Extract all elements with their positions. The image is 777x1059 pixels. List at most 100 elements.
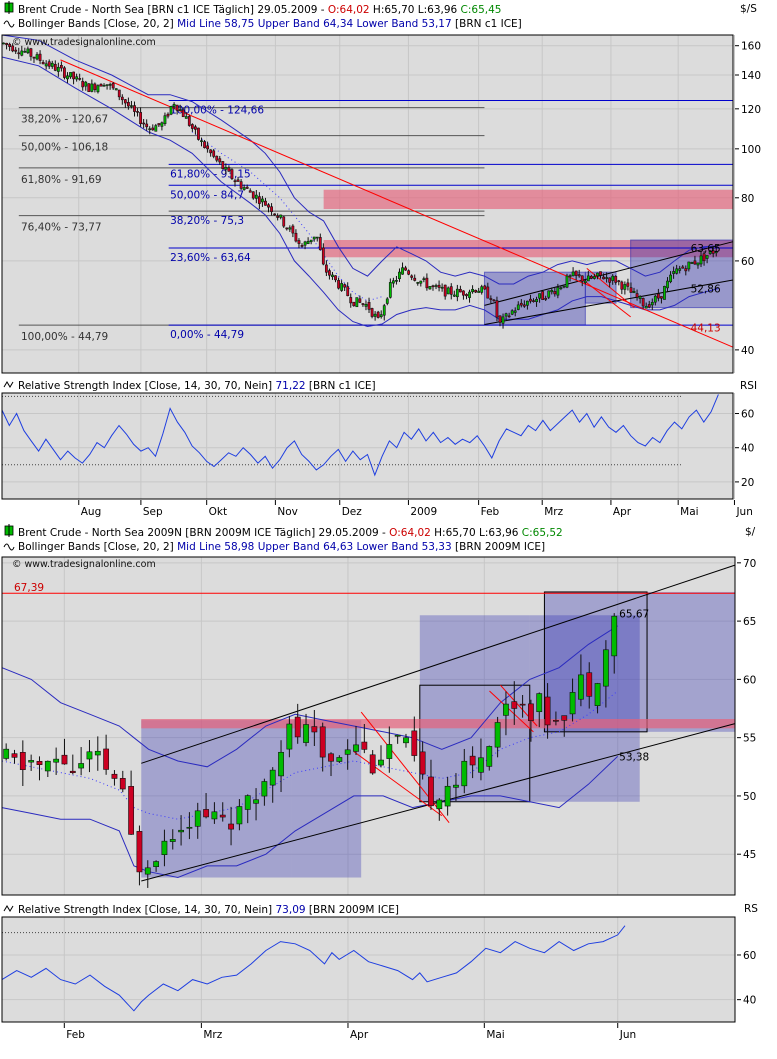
- top-candle-body: [44, 63, 48, 67]
- bottom-price-panel[interactable]: 45 50 55 60 65 70 67,39 65,67 53,38 Brent Crude …: [1, 524, 756, 895]
- top-rsi-panel[interactable]: 20 40 60 Relative Strength Index [Close, 1…: [1, 380, 757, 499]
- chart-canvas: 40 60 80 100 120 140 160 38,20% - 120,67 50,00% …: [1, 1, 761, 1041]
- top-candle-body: [169, 106, 173, 115]
- top-candle-body: [498, 315, 502, 323]
- top-candle-body: [544, 297, 548, 300]
- top-fib-left-label: 61,80% - 91,69: [21, 174, 102, 186]
- top-candle-body: [130, 105, 133, 107]
- bottom-candle-body: [519, 703, 526, 706]
- bottom-candle-body: [211, 811, 218, 820]
- top-candle-body: [53, 63, 57, 71]
- top-candle-body: [705, 255, 709, 259]
- top-candle-body: [568, 275, 572, 278]
- top-candle-body: [550, 290, 554, 293]
- bottom-lower-band-label: 53,38: [619, 752, 649, 764]
- top-candle-body: [209, 149, 213, 154]
- top-candle-body: [291, 225, 295, 234]
- top-rsi-legend: Relative Strength Index [Close, 14, 30, …: [18, 380, 376, 392]
- top-candle-body: [187, 116, 191, 126]
- top-candle-body: [127, 101, 130, 107]
- top-candle-body: [626, 282, 630, 287]
- top-candle-body: [602, 276, 605, 280]
- top-fib-right-label: 61,80% - 93,15: [170, 168, 251, 180]
- top-x-tick-label: 2009: [410, 506, 437, 518]
- bottom-price-y-tick-label: 60: [743, 674, 756, 686]
- top-candle-body: [596, 272, 599, 277]
- top-candle-body: [428, 286, 432, 290]
- top-candle-body: [519, 302, 523, 306]
- top-candle-body: [35, 54, 39, 60]
- top-candle-body: [270, 206, 273, 212]
- bottom-candle-body: [544, 696, 551, 726]
- bottom-candle-body: [569, 692, 576, 715]
- bottom-candle-body: [144, 867, 151, 875]
- bottom-rsi-icon: [3, 905, 14, 912]
- top-candle-body: [17, 52, 21, 55]
- top-candle-body: [571, 271, 575, 277]
- top-candle-body: [605, 277, 608, 279]
- top-price-panel[interactable]: 40 60 80 100 120 140 160 38,20% - 120,67 50,00% …: [1, 1, 761, 373]
- top-candle-body: [139, 112, 142, 125]
- top-candle-body: [184, 116, 188, 119]
- top-x-tick-label: Nov: [277, 506, 298, 518]
- bottom-candle-body: [78, 763, 85, 769]
- top-fib-left-label: 38,20% - 120,67: [21, 114, 108, 126]
- top-time-axis: Aug Sep Okt Nov Dez 2009 Feb Mrz Apr Mai Jun: [78, 500, 753, 518]
- top-candle-body: [699, 255, 703, 265]
- top-header-title: Brent Crude - North Sea [BRN c1 ICE Tägl…: [18, 4, 501, 16]
- top-candle-body: [650, 302, 654, 306]
- top-price-y-tick-label: 100: [741, 144, 761, 156]
- top-candle-body: [334, 275, 337, 281]
- top-candle-body: [99, 83, 103, 87]
- bottom-rsi-panel[interactable]: 40 60 Relative Strength Index [Close, 14,…: [1, 903, 758, 1023]
- bottom-candle-body: [186, 826, 193, 829]
- top-candle-body: [194, 126, 197, 130]
- top-candle-body: [108, 84, 112, 86]
- top-candle-body: [2, 42, 5, 45]
- top-candle-body: [696, 262, 700, 266]
- top-candle-body: [653, 295, 657, 303]
- top-candle-body: [666, 280, 669, 289]
- top-candle-body: [538, 293, 541, 299]
- top-candle-body: [419, 280, 423, 284]
- top-candle-body: [684, 268, 688, 272]
- top-candle-body: [516, 304, 520, 310]
- top-candle-body: [178, 109, 182, 111]
- top-candle-body: [638, 296, 642, 299]
- top-candle-body: [75, 76, 79, 80]
- bottom-candle-body: [478, 757, 484, 773]
- top-candle-body: [681, 266, 685, 269]
- bottom-candle-body: [19, 752, 26, 770]
- top-candle-body: [190, 124, 194, 129]
- top-candle-body: [328, 270, 331, 276]
- top-fib-left-label: 76,40% - 73,77: [21, 222, 102, 234]
- top-candle-body: [489, 298, 493, 300]
- bottom-rsi-legend: Relative Strength Index [Close, 14, 30, …: [18, 904, 399, 916]
- bottom-price-y-tick-label: 45: [743, 849, 756, 861]
- bottom-candle-body: [553, 719, 559, 722]
- top-lower-band-label: 52,86: [691, 284, 721, 296]
- top-rsi-y-tick-label: 40: [741, 443, 754, 455]
- bottom-candle-body: [203, 809, 209, 818]
- top-candle-body: [251, 191, 255, 199]
- bottom-candle-body: [161, 840, 168, 855]
- bottom-rsi-axis-title: RS: [744, 903, 758, 915]
- bottom-candle-body: [378, 759, 384, 766]
- top-candle-body: [279, 214, 283, 218]
- top-candle-body: [669, 274, 672, 283]
- top-candle-body: [221, 161, 225, 170]
- top-candle-body: [267, 204, 270, 208]
- top-candle-body: [385, 298, 389, 304]
- top-candle-body: [300, 245, 304, 247]
- top-candle-body: [532, 300, 535, 302]
- bottom-candle-body: [611, 615, 618, 657]
- top-watermark: © www.tradesignalonline.com: [12, 37, 156, 48]
- top-resistance-zone: [323, 189, 733, 210]
- top-candle-body: [443, 284, 447, 297]
- top-candle-body: [41, 61, 45, 65]
- top-candle-body: [675, 268, 679, 274]
- top-candle-body: [133, 105, 136, 112]
- bottom-candle-body: [528, 703, 534, 721]
- top-candle-body: [535, 298, 538, 302]
- bottom-candle-body: [486, 746, 493, 767]
